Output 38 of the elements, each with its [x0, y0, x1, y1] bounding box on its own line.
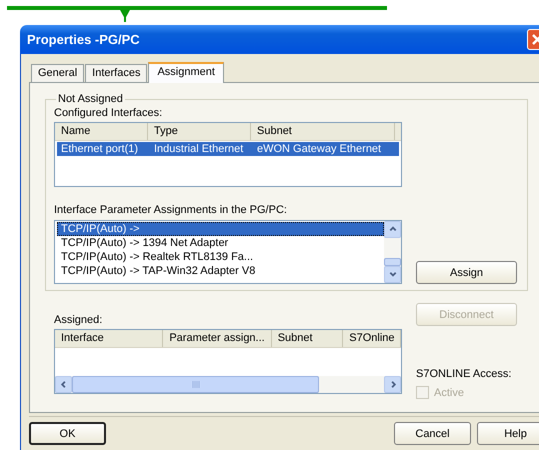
- scrollbar-thumb[interactable]: [72, 376, 319, 393]
- column-header[interactable]: Name: [55, 123, 148, 140]
- scroll-up-button[interactable]: [384, 221, 401, 238]
- column-header[interactable]: Parameter assign...: [163, 330, 272, 347]
- table-row[interactable]: Ethernet port(1) Industrial Ethernet eWON Gateway Ethernet: [57, 142, 399, 156]
- tab[interactable]: Interfaces: [85, 64, 148, 82]
- assign-button[interactable]: Assign: [416, 261, 517, 284]
- grip-icon: [192, 381, 200, 388]
- access-label: S7ONLINE Access:: [416, 368, 512, 380]
- tab[interactable]: General: [31, 64, 84, 82]
- scrollbar[interactable]: [384, 221, 401, 283]
- dialog-button[interactable]: OK: [29, 422, 106, 445]
- scroll-right-button[interactable]: [384, 376, 401, 393]
- window-title: Properties -PG/PC: [27, 32, 140, 47]
- list-label: Configured Interfaces:: [54, 107, 164, 121]
- list-label: Assigned:: [54, 314, 104, 328]
- dialog-button[interactable]: Help: [477, 422, 539, 445]
- column-header[interactable]: Type: [148, 123, 251, 140]
- column-header[interactable]: S7Online: [343, 330, 401, 347]
- list-label: Interface Parameter Assignments in the PG/PC:: [54, 204, 288, 218]
- scroll-left-button[interactable]: [55, 376, 72, 393]
- list-item[interactable]: TCP/IP(Auto) -> 1394 Net Adapter: [57, 236, 384, 250]
- column-header[interactable]: Subnet: [272, 330, 344, 347]
- list-item[interactable]: TCP/IP(Auto) -> Realtek RTL8139 Fa...: [57, 250, 384, 264]
- scroll-down-button[interactable]: [384, 266, 401, 283]
- scrollbar[interactable]: [55, 376, 401, 393]
- column-header[interactable]: Subnet: [251, 123, 395, 140]
- group-title: Not Assigned: [57, 93, 124, 105]
- chevron-up-icon: [388, 225, 398, 234]
- chevron-down-icon: [388, 270, 398, 279]
- list-item[interactable]: TCP/IP(Auto) -> TAP-Win32 Adapter V8: [57, 264, 384, 278]
- list-item[interactable]: TCP/IP(Auto) ->: [57, 222, 384, 236]
- checkbox-label: Active: [434, 386, 464, 398]
- scrollbar-thumb[interactable]: [384, 258, 401, 266]
- tab[interactable]: Assignment: [148, 62, 224, 83]
- dialog-button[interactable]: Cancel: [394, 422, 471, 445]
- chevron-left-icon: [58, 380, 68, 389]
- column-header[interactable]: Interface: [55, 330, 164, 347]
